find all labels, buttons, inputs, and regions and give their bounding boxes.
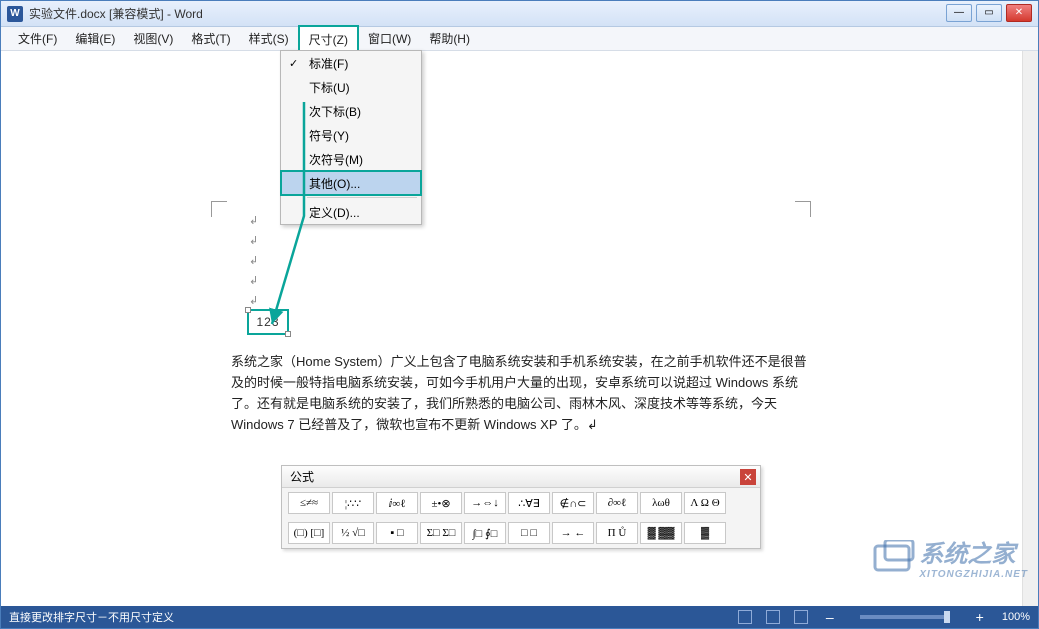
eq-greek-upper[interactable]: Λ Ω Θ — [684, 492, 726, 514]
eq-integrals[interactable]: ∫□ ∮□ — [464, 522, 506, 544]
document-area[interactable]: ↲↲↲↲↲ 123 系统之家（Home System）广义上包含了电脑系统安装和… — [1, 51, 1038, 606]
dd-item-define[interactable]: 定义(D)... — [281, 200, 421, 224]
status-icons: – + 100% — [738, 609, 1030, 625]
vertical-scrollbar[interactable] — [1022, 51, 1038, 606]
eq-summation[interactable]: Σ□ Σ□ — [420, 522, 462, 544]
eq-arrows[interactable]: →⇔↓ — [464, 492, 506, 514]
view-print-icon[interactable] — [766, 610, 780, 624]
window-title: 实验文件.docx [兼容模式] - Word — [29, 5, 946, 22]
eq-products[interactable]: Π Ů — [596, 522, 638, 544]
menu-file[interactable]: 文件(F) — [9, 27, 66, 50]
eq-logical[interactable]: ∴∀∃ — [508, 492, 550, 514]
paragraph-marks: ↲↲↲↲↲ — [249, 211, 258, 311]
eq-relational[interactable]: ≤≠≈ — [288, 492, 330, 514]
eq-overbar[interactable]: □ □ — [508, 522, 550, 544]
word-app-icon: W — [7, 6, 23, 22]
menu-style[interactable]: 样式(S) — [240, 27, 298, 50]
zoom-level[interactable]: 100% — [1002, 611, 1030, 623]
zoom-thumb[interactable] — [944, 611, 950, 623]
equation-toolbar-close[interactable]: ✕ — [740, 469, 756, 485]
titlebar: W 实验文件.docx [兼容模式] - Word ― ▭ ✕ — [1, 1, 1038, 27]
watermark: 系统之家 XITONGZHIJIA.NET — [873, 534, 1028, 580]
view-web-icon[interactable] — [794, 610, 808, 624]
eq-set[interactable]: ∉∩⊂ — [552, 492, 594, 514]
eq-fences[interactable]: (□) [□] — [288, 522, 330, 544]
zoom-out-button[interactable]: – — [822, 609, 838, 625]
word-window: W 实验文件.docx [兼容模式] - Word ― ▭ ✕ 文件(F) 编辑… — [0, 0, 1039, 629]
check-icon: ✓ — [289, 57, 298, 70]
window-controls: ― ▭ ✕ — [946, 4, 1032, 24]
menu-help[interactable]: 帮助(H) — [420, 27, 479, 50]
eq-operators[interactable]: ±•⊗ — [420, 492, 462, 514]
dd-item-subsymbol[interactable]: 次符号(M) — [281, 147, 421, 171]
menu-size[interactable]: 尺寸(Z) — [298, 25, 359, 50]
watermark-logo-icon — [873, 540, 915, 574]
menu-view[interactable]: 视图(V) — [124, 27, 182, 50]
eq-templates[interactable]: ▓ — [684, 522, 726, 544]
margin-corner-tl — [211, 201, 227, 217]
equation-toolbar-title[interactable]: 公式 ✕ — [282, 466, 760, 488]
dd-separator — [307, 197, 417, 198]
menu-format[interactable]: 格式(T) — [182, 27, 239, 50]
maximize-button[interactable]: ▭ — [976, 4, 1002, 22]
equation-row-1: ≤≠≈ ¦∴∵ ⅈ∞ℓ ±•⊗ →⇔↓ ∴∀∃ ∉∩⊂ ∂∞ℓ λωθ Λ Ω … — [282, 488, 760, 518]
body-paragraph[interactable]: 系统之家（Home System）广义上包含了电脑系统安装和手机系统安装，在之前… — [231, 351, 811, 435]
dd-item-other[interactable]: 其他(O)... — [281, 171, 421, 195]
eq-subscripts[interactable]: ▪ □ — [376, 522, 418, 544]
eq-embellish[interactable]: ⅈ∞ℓ — [376, 492, 418, 514]
dd-item-subsubscript[interactable]: 次下标(B) — [281, 99, 421, 123]
close-button[interactable]: ✕ — [1006, 4, 1032, 22]
status-message: 直接更改排字尺寸－不用尺寸定义 — [9, 609, 738, 625]
eq-labeled-arrows[interactable]: → ← — [552, 522, 594, 544]
eq-greek-lower[interactable]: λωθ — [640, 492, 682, 514]
dd-item-symbol[interactable]: 符号(Y) — [281, 123, 421, 147]
menubar: 文件(F) 编辑(E) 视图(V) 格式(T) 样式(S) 尺寸(Z) 窗口(W… — [1, 27, 1038, 51]
eq-fractions[interactable]: ½ √□ — [332, 522, 374, 544]
view-read-icon[interactable] — [738, 610, 752, 624]
eq-spaces[interactable]: ¦∴∵ — [332, 492, 374, 514]
margin-corner-tr — [795, 201, 811, 217]
minimize-button[interactable]: ― — [946, 4, 972, 22]
menu-window[interactable]: 窗口(W) — [359, 27, 420, 50]
zoom-slider[interactable] — [860, 615, 950, 619]
dd-item-standard[interactable]: ✓标准(F) — [281, 51, 421, 75]
eq-matrices[interactable]: ▓ ▓▓ — [640, 522, 682, 544]
size-dropdown: ✓标准(F) 下标(U) 次下标(B) 符号(Y) 次符号(M) 其他(O)..… — [280, 50, 422, 225]
eq-misc[interactable]: ∂∞ℓ — [596, 492, 638, 514]
equation-object[interactable]: 123 — [247, 309, 289, 335]
statusbar: 直接更改排字尺寸－不用尺寸定义 – + 100% — [1, 606, 1038, 628]
menu-edit[interactable]: 编辑(E) — [66, 27, 124, 50]
dd-item-subscript[interactable]: 下标(U) — [281, 75, 421, 99]
zoom-in-button[interactable]: + — [972, 609, 988, 625]
equation-toolbar: 公式 ✕ ≤≠≈ ¦∴∵ ⅈ∞ℓ ±•⊗ →⇔↓ ∴∀∃ ∉∩⊂ ∂∞ℓ λωθ… — [281, 465, 761, 549]
equation-row-2: (□) [□] ½ √□ ▪ □ Σ□ Σ□ ∫□ ∮□ □ □ → ← Π Ů… — [282, 518, 760, 548]
